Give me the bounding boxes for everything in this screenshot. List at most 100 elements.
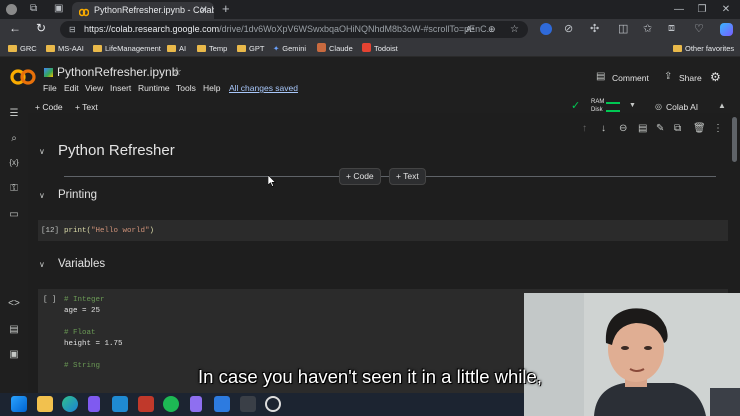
obsidian-icon[interactable] xyxy=(88,396,100,412)
extension-lastpass-icon[interactable]: ⊘ xyxy=(564,22,573,35)
secrets-key-icon[interactable]: ⚿ xyxy=(7,183,21,197)
zoom-icon[interactable]: ⊕ xyxy=(488,21,496,38)
collections-icon[interactable]: ⧈ xyxy=(668,22,675,35)
bookmark-item[interactable]: AI xyxy=(167,43,186,55)
bookmark-item[interactable]: GPT xyxy=(237,43,264,55)
menu-tools[interactable]: Tools xyxy=(176,83,196,93)
insert-code-button[interactable]: + Code xyxy=(339,168,381,185)
tab-close-icon[interactable]: ✕ xyxy=(200,2,208,19)
site-info-icon[interactable]: ⊟ xyxy=(69,21,76,38)
notebook-title[interactable]: PythonRefresher.ipynb xyxy=(57,65,178,79)
code-line: # Float xyxy=(64,329,96,337)
back-arrow-icon[interactable]: ← xyxy=(9,21,21,35)
bookmark-item[interactable]: Temp xyxy=(197,43,227,55)
code-line: age = 25 xyxy=(64,307,101,315)
variables-icon[interactable]: {x} xyxy=(7,158,21,172)
colab-ai-button[interactable]: Colab AI xyxy=(666,102,698,112)
extension-1password-icon[interactable] xyxy=(540,23,552,35)
runtime-dropdown-icon[interactable]: ▼ xyxy=(629,102,636,109)
tab-actions-icon[interactable]: ▣ xyxy=(54,3,63,14)
insert-text-button[interactable]: + Text xyxy=(389,168,426,185)
address-bar-row: ← ↻ ⊟ https://colab.research.google.com/… xyxy=(0,19,740,40)
favorite-star-icon[interactable]: ☆ xyxy=(510,21,519,38)
address-bar[interactable]: ⊟ https://colab.research.google.com/driv… xyxy=(60,21,528,38)
delete-cell-icon[interactable]: 🗑 xyxy=(693,123,706,134)
chatgpt-icon[interactable] xyxy=(265,396,281,412)
bookmark-item[interactable]: MS-AAI xyxy=(46,43,84,55)
add-text-cell-button[interactable]: + Text xyxy=(75,102,98,112)
browser-essentials-icon[interactable]: ♡ xyxy=(694,22,704,35)
disk-bar xyxy=(606,110,620,112)
comment-cell-icon[interactable]: ▤ xyxy=(638,123,647,134)
move-cell-up-icon[interactable]: ↑ xyxy=(582,123,587,134)
other-favorites[interactable]: Other favorites xyxy=(673,43,734,55)
copilot-icon[interactable] xyxy=(720,23,733,36)
spotify-icon[interactable] xyxy=(163,396,179,412)
taskbar-app-icon[interactable] xyxy=(214,396,230,412)
more-options-icon[interactable]: ⋮ xyxy=(713,123,723,134)
edge-icon[interactable] xyxy=(62,396,78,412)
vscode-icon[interactable] xyxy=(112,396,128,412)
comment-button[interactable]: Comment xyxy=(612,73,649,83)
collapse-section-icon[interactable]: ∨ xyxy=(39,191,45,200)
windows-start-icon[interactable] xyxy=(11,396,27,412)
command-palette-icon[interactable]: ▤ xyxy=(7,324,21,338)
star-icon[interactable]: ☆ xyxy=(172,65,182,78)
folder-icon xyxy=(8,45,17,52)
browser-tab-active[interactable]: PythonRefresher.ipynb - Colabora ✕ xyxy=(72,2,214,19)
menu-file[interactable]: File xyxy=(43,83,57,93)
collapse-header-icon[interactable]: ▲ xyxy=(718,101,726,110)
comment-icon[interactable]: ▤ xyxy=(596,71,605,82)
terminal-icon[interactable]: ▣ xyxy=(7,349,21,363)
share-icon[interactable]: ⇪ xyxy=(664,71,672,82)
link-cell-icon[interactable]: ⊖ xyxy=(619,123,627,134)
move-cell-down-icon[interactable]: ↓ xyxy=(601,123,606,134)
code-snippets-icon[interactable]: <> xyxy=(7,298,21,312)
workspaces-icon[interactable]: ⧉ xyxy=(30,3,37,14)
mirror-cell-icon[interactable]: ⧉ xyxy=(674,123,681,134)
file-explorer-icon[interactable] xyxy=(37,396,53,412)
new-tab-button[interactable]: + xyxy=(222,1,230,16)
collapse-section-icon[interactable]: ∨ xyxy=(39,260,45,269)
menu-runtime[interactable]: Runtime xyxy=(138,83,170,93)
bookmark-item[interactable]: Claude xyxy=(317,43,353,55)
save-status[interactable]: All changes saved xyxy=(229,83,298,93)
colab-ai-icon: ◎ xyxy=(655,102,662,111)
code-cell[interactable]: [12] print("Hello world") xyxy=(38,220,728,241)
edit-cell-icon[interactable]: ✎ xyxy=(656,123,664,134)
extension-puzzle-icon[interactable]: ✣ xyxy=(590,22,599,35)
table-of-contents-icon[interactable]: ☰ xyxy=(7,108,21,122)
heading-python-refresher: Python Refresher xyxy=(58,142,175,159)
maximize-icon[interactable]: ❐ xyxy=(690,0,714,19)
menu-view[interactable]: View xyxy=(85,83,103,93)
read-aloud-icon[interactable]: Aᵃ xyxy=(466,21,474,38)
window-close-icon[interactable]: ✕ xyxy=(714,0,738,19)
collapse-section-icon[interactable]: ∨ xyxy=(39,147,45,156)
execution-count[interactable]: [12] xyxy=(41,227,59,235)
add-code-cell-button[interactable]: + Code xyxy=(35,102,63,112)
settings-gear-icon[interactable]: ⚙ xyxy=(710,70,721,84)
taskbar-app-icon[interactable] xyxy=(138,396,154,412)
bookmark-item[interactable]: LifeManagement xyxy=(93,43,161,55)
menu-insert[interactable]: Insert xyxy=(110,83,131,93)
scrollbar-thumb[interactable] xyxy=(732,117,737,162)
menu-edit[interactable]: Edit xyxy=(64,83,79,93)
colab-logo-icon[interactable] xyxy=(10,69,36,90)
bookmark-item[interactable]: GRC xyxy=(8,43,37,55)
run-cell-button[interactable]: [ ] xyxy=(43,296,57,304)
files-folder-icon[interactable]: ▭ xyxy=(7,209,21,223)
search-icon[interactable]: ⌕ xyxy=(7,133,21,147)
share-button[interactable]: Share xyxy=(679,73,702,83)
menu-help[interactable]: Help xyxy=(203,83,220,93)
taskbar-app-icon[interactable] xyxy=(240,396,256,412)
minimize-icon[interactable]: — xyxy=(667,0,691,19)
taskbar-app-icon[interactable] xyxy=(190,396,202,412)
browser-profile-icon[interactable] xyxy=(6,4,17,15)
bookmark-item[interactable]: ✦ Gemini xyxy=(273,43,306,55)
bookmark-item[interactable]: Todoist xyxy=(362,43,398,55)
split-screen-icon[interactable]: ◫ xyxy=(618,22,628,35)
reload-icon[interactable]: ↻ xyxy=(36,21,46,35)
folder-icon xyxy=(93,45,102,52)
favorites-icon[interactable]: ✩ xyxy=(643,22,652,35)
